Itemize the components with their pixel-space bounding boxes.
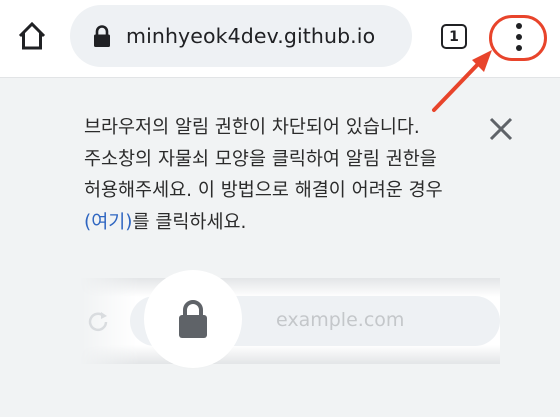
notice-text: 브라우저의 알림 권한이 차단되어 있습니다. 주소창의 자물쇠 모양을 클릭하… [84,117,443,201]
illustration-lock-highlight [148,274,238,364]
url-text[interactable]: minhyeok4dev.github.io [126,24,375,48]
lock-icon [179,300,207,338]
notification-blocked-message: 브라우저의 알림 권한이 차단되어 있습니다. 주소창의 자물쇠 모양을 클릭하… [84,112,484,238]
home-button[interactable] [14,18,50,54]
illustration-url: example.com [276,309,405,331]
close-icon [489,117,513,141]
home-icon [18,21,46,50]
notice-text-end: 를 클릭하세요. [132,211,247,233]
close-button[interactable] [488,116,514,142]
reload-icon [88,312,108,332]
lock-icon[interactable] [92,24,112,48]
help-link[interactable]: (여기) [84,212,132,233]
address-bar[interactable]: minhyeok4dev.github.io [70,5,412,67]
lock-illustration: example.com [80,268,500,374]
tab-count: 1 [449,28,459,45]
tab-switcher-button[interactable]: 1 [441,24,467,49]
